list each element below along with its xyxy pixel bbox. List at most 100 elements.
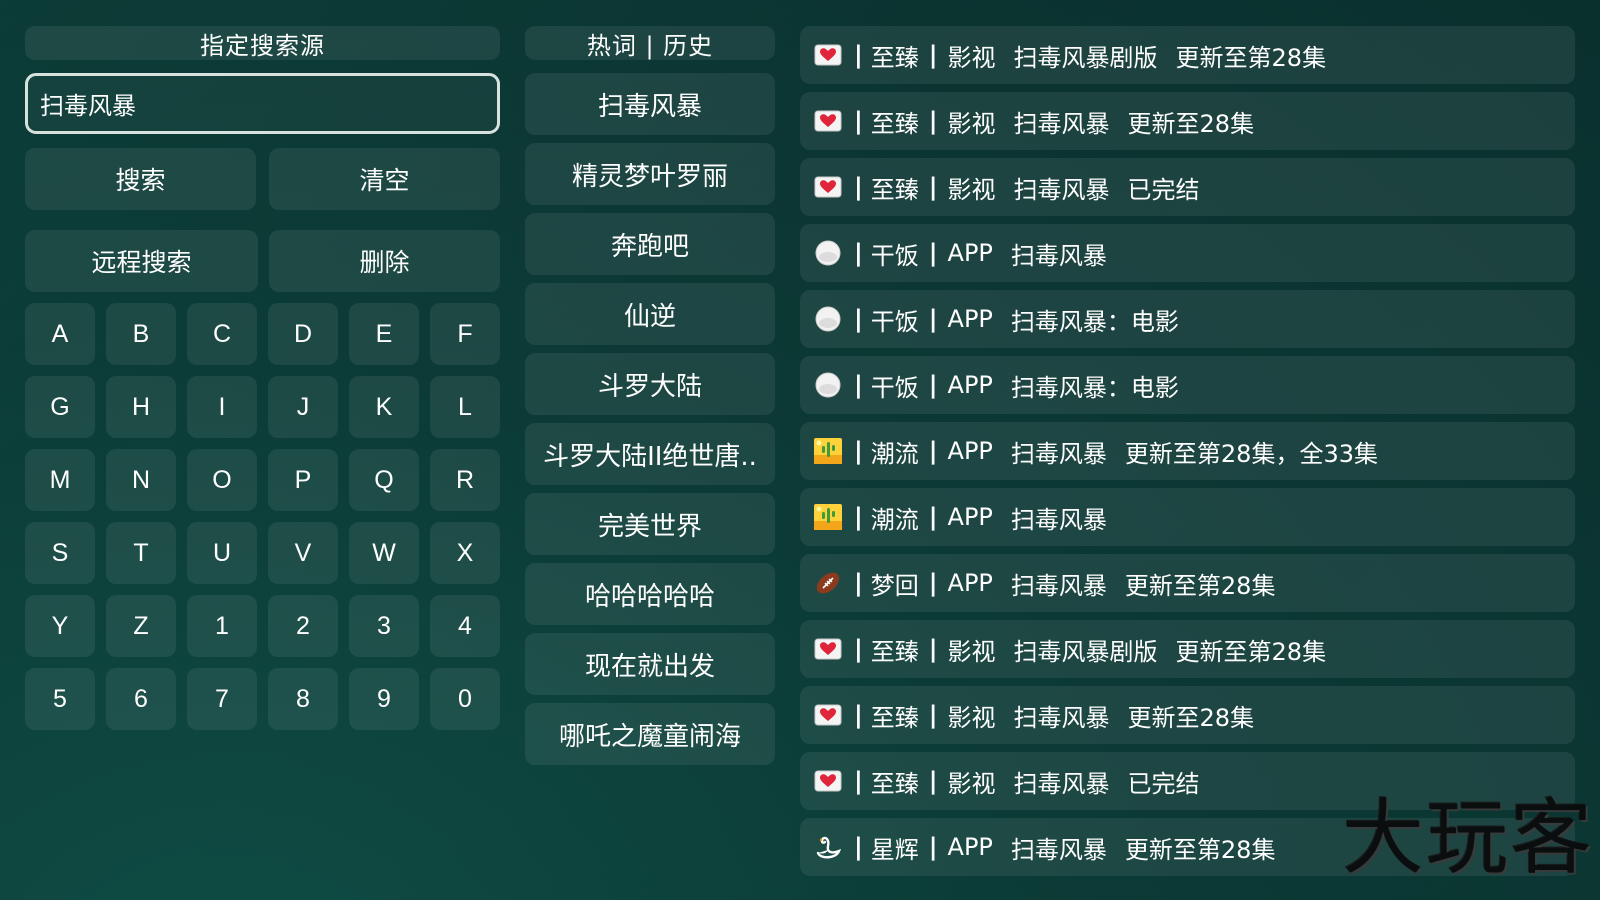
key-z[interactable]: Z — [106, 595, 176, 657]
result-type: APP — [947, 503, 993, 531]
key-e[interactable]: E — [349, 303, 419, 365]
source-selector-button[interactable]: 指定搜索源 — [25, 26, 500, 60]
result-source: 干饭 — [870, 307, 919, 336]
result-type: APP — [947, 833, 993, 861]
hot-word-item[interactable]: 哈哈哈哈哈 — [525, 563, 775, 625]
result-row[interactable]: | 潮流 | APP 扫毒风暴 更新至第28集，全33集 — [800, 422, 1575, 480]
result-row[interactable]: | 至臻 | 影视 扫毒风暴 更新至28集 — [800, 686, 1575, 744]
separator-bar: | — [854, 767, 863, 795]
separator-bar: | — [854, 305, 863, 333]
key-l[interactable]: L — [430, 376, 500, 438]
heart-card-icon — [814, 767, 842, 795]
result-row[interactable]: | 干饭 | APP 扫毒风暴：电影 — [800, 356, 1575, 414]
result-status: 更新至第28集 — [1124, 571, 1276, 600]
hot-word-item[interactable]: 扫毒风暴 — [525, 73, 775, 135]
key-x[interactable]: X — [430, 522, 500, 584]
search-button[interactable]: 搜索 — [25, 148, 256, 210]
result-row[interactable]: | 干饭 | APP 扫毒风暴 — [800, 224, 1575, 282]
key-5[interactable]: 5 — [25, 668, 95, 730]
key-d[interactable]: D — [268, 303, 338, 365]
key-1[interactable]: 1 — [187, 595, 257, 657]
remote-search-button[interactable]: 远程搜索 — [25, 230, 258, 292]
rice-ball-icon — [814, 305, 842, 333]
result-title: 扫毒风暴 — [1010, 835, 1107, 864]
separator-bar: | — [854, 173, 863, 201]
separator-bar: | — [928, 107, 938, 135]
key-3[interactable]: 3 — [349, 595, 419, 657]
hot-word-item[interactable]: 精灵梦叶罗丽 — [525, 143, 775, 205]
key-o[interactable]: O — [187, 449, 257, 511]
separator-bar: | — [928, 371, 938, 399]
key-j[interactable]: J — [268, 376, 338, 438]
key-r[interactable]: R — [430, 449, 500, 511]
result-row[interactable]: | 至臻 | 影视 扫毒风暴剧版 更新至第28集 — [800, 26, 1575, 84]
hot-word-item[interactable]: 斗罗大陆 — [525, 353, 775, 415]
heart-card-icon — [814, 173, 842, 201]
key-k[interactable]: K — [349, 376, 419, 438]
separator-bar: | — [928, 305, 938, 333]
separator-bar: | — [928, 239, 938, 267]
result-type: APP — [947, 305, 993, 333]
hot-word-item[interactable]: 奔跑吧 — [525, 213, 775, 275]
key-v[interactable]: V — [268, 522, 338, 584]
result-type: APP — [947, 239, 993, 267]
separator-bar: | — [854, 569, 863, 597]
delete-button[interactable]: 删除 — [269, 230, 500, 292]
key-0[interactable]: 0 — [430, 668, 500, 730]
result-type: 影视 — [947, 109, 996, 138]
separator-bar: | — [928, 173, 938, 201]
clear-button[interactable]: 清空 — [269, 148, 500, 210]
key-b[interactable]: B — [106, 303, 176, 365]
key-c[interactable]: C — [187, 303, 257, 365]
heart-card-icon — [814, 41, 842, 69]
search-button-label: 搜索 — [115, 166, 166, 195]
result-title: 扫毒风暴 — [1010, 505, 1107, 534]
key-g[interactable]: G — [25, 376, 95, 438]
result-source: 至臻 — [870, 769, 919, 798]
key-q[interactable]: Q — [349, 449, 419, 511]
result-source: 至臻 — [870, 703, 919, 732]
key-p[interactable]: P — [268, 449, 338, 511]
key-t[interactable]: T — [106, 522, 176, 584]
result-title: 扫毒风暴 — [1013, 109, 1110, 138]
result-source: 潮流 — [870, 505, 919, 534]
separator-bar: | — [854, 41, 863, 69]
hot-word-item[interactable]: 斗罗大陆II绝世唐.. — [525, 423, 775, 485]
result-row[interactable]: | 至臻 | 影视 扫毒风暴 更新至28集 — [800, 92, 1575, 150]
separator-bar: | — [928, 833, 938, 861]
result-row[interactable]: | 至臻 | 影视 扫毒风暴剧版 更新至第28集 — [800, 620, 1575, 678]
key-2[interactable]: 2 — [268, 595, 338, 657]
key-i[interactable]: I — [187, 376, 257, 438]
key-7[interactable]: 7 — [187, 668, 257, 730]
key-n[interactable]: N — [106, 449, 176, 511]
key-f[interactable]: F — [430, 303, 500, 365]
result-title: 扫毒风暴 — [1010, 571, 1107, 600]
key-h[interactable]: H — [106, 376, 176, 438]
key-m[interactable]: M — [25, 449, 95, 511]
key-y[interactable]: Y — [25, 595, 95, 657]
separator-bar: | — [854, 437, 863, 465]
hot-word-item[interactable]: 完美世界 — [525, 493, 775, 555]
key-s[interactable]: S — [25, 522, 95, 584]
result-type: 影视 — [947, 175, 996, 204]
hot-word-item[interactable]: 仙逆 — [525, 283, 775, 345]
result-row[interactable]: | 潮流 | APP 扫毒风暴 — [800, 488, 1575, 546]
result-row[interactable]: | 干饭 | APP 扫毒风暴：电影 — [800, 290, 1575, 348]
key-9[interactable]: 9 — [349, 668, 419, 730]
result-title: 扫毒风暴剧版 — [1013, 637, 1158, 666]
result-type: 影视 — [947, 637, 996, 666]
key-4[interactable]: 4 — [430, 595, 500, 657]
hot-word-item[interactable]: 哪吒之魔童闹海 — [525, 703, 775, 765]
search-input[interactable] — [25, 73, 500, 134]
key-u[interactable]: U — [187, 522, 257, 584]
key-8[interactable]: 8 — [268, 668, 338, 730]
key-w[interactable]: W — [349, 522, 419, 584]
separator-bar: | — [854, 503, 863, 531]
hot-word-item[interactable]: 现在就出发 — [525, 633, 775, 695]
hot-history-tab[interactable]: 热词 | 历史 — [525, 26, 775, 60]
hot-history-label: 热词 | 历史 — [586, 31, 714, 60]
result-row[interactable]: | 梦回 | APP 扫毒风暴 更新至第28集 — [800, 554, 1575, 612]
key-6[interactable]: 6 — [106, 668, 176, 730]
result-row[interactable]: | 至臻 | 影视 扫毒风暴 已完结 — [800, 158, 1575, 216]
key-a[interactable]: A — [25, 303, 95, 365]
